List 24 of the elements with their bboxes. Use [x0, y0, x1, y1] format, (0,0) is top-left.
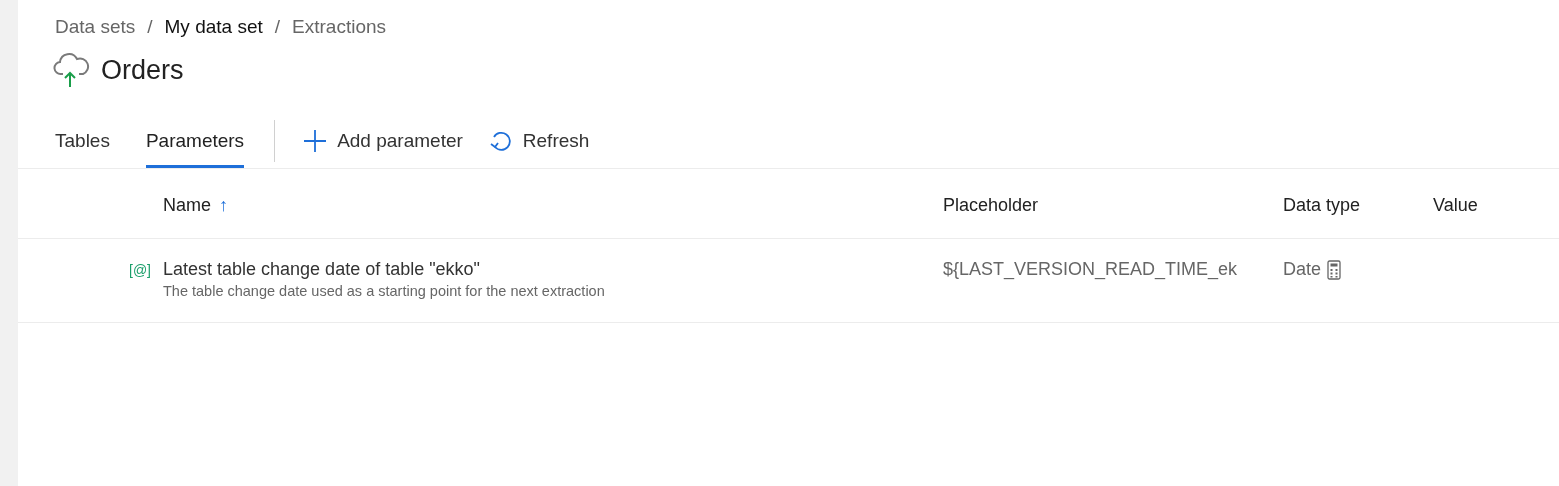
sort-indicator[interactable]: ↑ [219, 195, 228, 215]
calculator-icon [1327, 259, 1342, 280]
add-parameter-button[interactable]: Add parameter [303, 129, 463, 153]
parameter-description: The table change date used as a starting point for the next extraction [163, 283, 606, 299]
breadcrumb-link[interactable]: Data sets [55, 16, 136, 38]
breadcrumb-separator: / [274, 16, 281, 38]
parameter-name: Latest table change date of table "ekko" [163, 259, 481, 280]
page-title: Orders [101, 54, 184, 86]
breadcrumb-link[interactable]: Extractions [292, 16, 387, 38]
table-cell: ${LAST_VERSION_READ_TIME_ek [943, 259, 1238, 279]
parameter-type-icon: [@] [129, 262, 151, 278]
column-header[interactable]: Value [1433, 195, 1478, 215]
column-header[interactable]: Placeholder [943, 195, 1039, 215]
tab[interactable]: Tables [55, 114, 110, 168]
tab[interactable]: Parameters [145, 114, 245, 168]
breadcrumb-link[interactable]: My data set [164, 16, 263, 38]
breadcrumb-separator: / [147, 16, 153, 38]
column-header[interactable]: Name [163, 195, 211, 215]
column-header[interactable]: Data type [1283, 195, 1361, 216]
refresh-button[interactable]: Refresh [488, 129, 590, 153]
table-cell: Date [1283, 259, 1322, 280]
cloud-upload-icon [53, 52, 91, 88]
refresh-icon [488, 129, 513, 153]
plus-icon [303, 129, 328, 153]
